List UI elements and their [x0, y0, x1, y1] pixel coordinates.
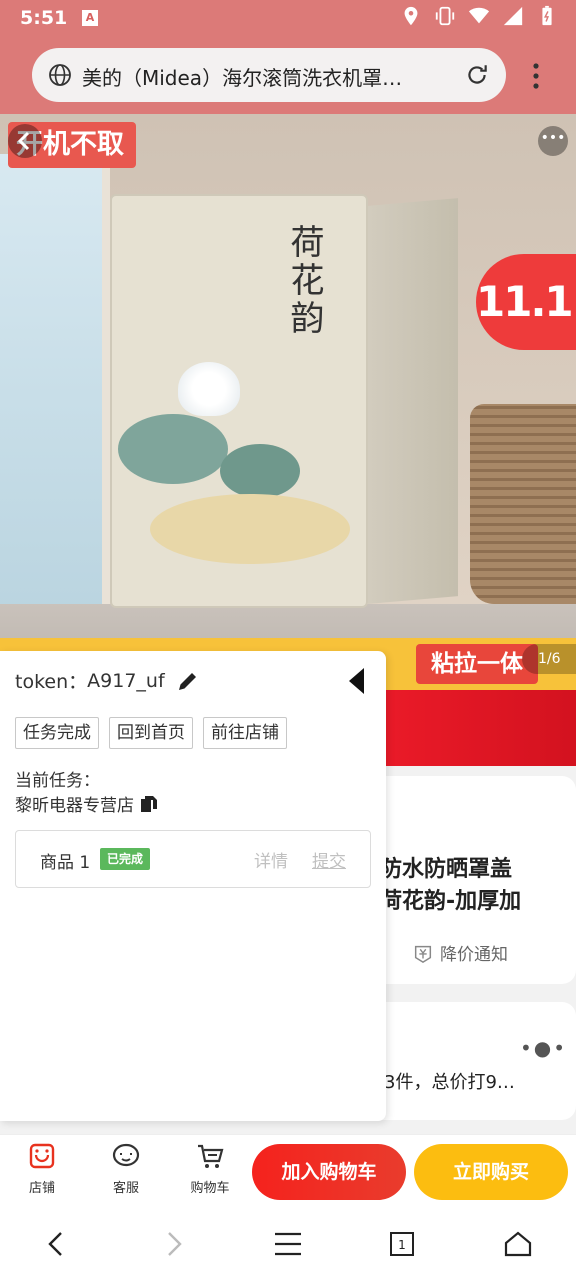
shop-icon — [29, 1143, 55, 1169]
go-to-shop-button[interactable]: 前往店铺 — [203, 717, 287, 749]
lotus-leaf — [118, 414, 228, 484]
status-icons — [400, 5, 558, 27]
forward-arrow-icon — [168, 1232, 182, 1256]
hamburger-icon — [275, 1232, 301, 1256]
token-label: token： — [15, 671, 88, 693]
shop-name: 黎昕电器专营店 — [15, 796, 134, 816]
shop-label: 店铺 — [28, 1181, 55, 1196]
url-bar[interactable]: 美的（Midea）海尔滚筒洗衣机罩… — [32, 48, 506, 102]
velcro-tag: 粘拉一体 — [416, 644, 538, 684]
window-decor — [0, 154, 110, 644]
app-notification-icon: A — [82, 10, 98, 26]
location-icon — [404, 6, 418, 26]
current-task-label: 当前任务： — [15, 771, 100, 791]
battery-icon — [542, 5, 552, 26]
buy-now-button[interactable]: 立即购买 — [414, 1144, 568, 1200]
product-title-line2: 荷花韵-加厚加 — [380, 889, 522, 914]
task-detail-link[interactable]: 详情 — [254, 847, 288, 872]
image-pager: 1/6 — [522, 644, 576, 674]
calligraphy-text: 荷花韵 — [284, 224, 324, 338]
back-home-button[interactable]: 回到首页 — [109, 717, 193, 749]
tabs-button[interactable]: 1 — [386, 1228, 418, 1260]
product-title: 防水防晒罩盖 荷花韵-加厚加 — [380, 854, 570, 918]
token-row: token： A917_uf — [15, 667, 201, 694]
add-to-cart-button[interactable]: 加入购物车 — [252, 1144, 406, 1200]
lotus-flower — [178, 362, 240, 416]
globe-icon — [49, 64, 71, 86]
edit-pencil-icon[interactable] — [175, 668, 201, 694]
chevron-left-icon — [17, 131, 30, 151]
lotus-leaf — [220, 444, 300, 498]
task-item: 商品 1 已完成 详情 提交 — [15, 830, 371, 888]
token-value: A917_uf — [87, 669, 165, 692]
panel-button-row: 任务完成 回到首页 前往店铺 — [15, 717, 287, 749]
customer-service-icon — [112, 1143, 140, 1167]
double-eleven-badge: 11.11 — [476, 254, 576, 350]
promotion-text: 3件，总价打9… — [384, 1072, 515, 1093]
task-name: 商品 1 — [40, 853, 91, 873]
reload-icon[interactable] — [464, 62, 490, 88]
back-button[interactable] — [8, 124, 42, 158]
tab-count: 1 — [398, 1238, 406, 1252]
browser-top-bar: 5:51 A 美的（Midea）海尔滚筒洗衣机罩… — [0, 0, 576, 114]
task-panel: token： A917_uf 任务完成 回到首页 前往店铺 当前任务： 黎昕电器… — [0, 651, 386, 1121]
bottom-action-bar: 店铺 客服 购物车 加入购物车 立即购买 — [0, 1134, 576, 1208]
signal-icon — [503, 6, 523, 26]
product-title-line1: 防水防晒罩盖 — [380, 857, 513, 882]
status-badge: 已完成 — [100, 848, 151, 870]
collapse-panel-icon[interactable] — [346, 667, 366, 695]
service-label: 客服 — [112, 1181, 139, 1196]
cart-label: 购物车 — [190, 1181, 230, 1196]
copy-icon[interactable] — [140, 795, 158, 813]
more-dots-icon[interactable]: •●• — [520, 1036, 567, 1060]
more-button[interactable]: ••• — [538, 126, 568, 156]
vibrate-icon — [435, 6, 455, 26]
browser-nav-bar: 1 — [0, 1208, 576, 1280]
home-icon — [504, 1231, 532, 1257]
price-alert-label: 降价通知 — [440, 945, 508, 965]
wifi-icon — [468, 7, 490, 24]
nav-forward-button[interactable] — [158, 1228, 190, 1260]
status-time: 5:51 — [20, 7, 68, 29]
tabs-icon: 1 — [390, 1232, 414, 1256]
cover-side — [368, 198, 458, 604]
cart-icon — [198, 1144, 224, 1168]
service-button[interactable]: 客服 — [96, 1141, 156, 1196]
nav-menu-button[interactable] — [272, 1228, 304, 1260]
browser-menu-icon[interactable] — [525, 60, 547, 92]
cart-button[interactable]: 购物车 — [180, 1141, 240, 1196]
home-button[interactable] — [502, 1228, 534, 1260]
task-submit-link[interactable]: 提交 — [312, 847, 346, 872]
task-complete-button[interactable]: 任务完成 — [15, 717, 99, 749]
lotus-leaf — [150, 494, 350, 564]
nav-back-button[interactable] — [40, 1228, 72, 1260]
basket-decor — [470, 404, 576, 604]
status-bar: 5:51 A — [0, 0, 576, 38]
product-image[interactable]: 荷花韵 开机不取 ••• 11.11 — [0, 114, 576, 690]
price-drop-icon — [414, 945, 432, 963]
shop-button[interactable]: 店铺 — [12, 1141, 72, 1196]
url-text[interactable]: 美的（Midea）海尔滚筒洗衣机罩… — [82, 62, 462, 91]
back-arrow-icon — [48, 1232, 62, 1256]
shop-row: 黎昕电器专营店 — [15, 791, 158, 816]
price-alert-button[interactable]: 降价通知 — [412, 940, 508, 965]
